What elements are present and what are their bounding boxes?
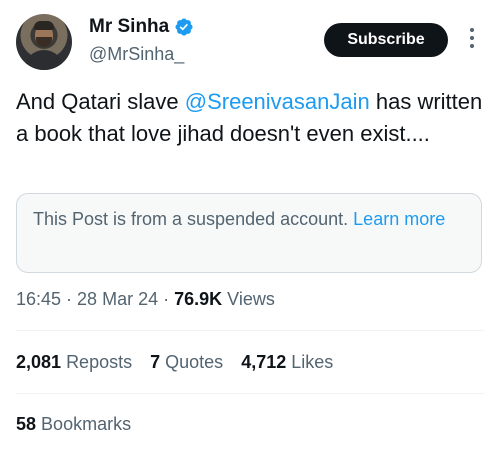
avatar-hair <box>34 21 54 30</box>
post-time[interactable]: 16:45 <box>16 289 61 309</box>
post-text: And Qatari slave @SreenivasanJain has wr… <box>16 86 486 150</box>
likes-count: 4,712 <box>241 352 287 372</box>
reposts-stat[interactable]: 2,081 Reposts <box>16 352 132 373</box>
mention-link[interactable]: @SreenivasanJain <box>185 89 370 114</box>
post-date[interactable]: 28 Mar 24 <box>77 289 158 309</box>
subscribe-button[interactable]: Subscribe <box>324 23 448 57</box>
post-header: Mr Sinha @MrSinha_ Subscribe <box>16 14 484 74</box>
engagement-stats: 2,081 Reposts 7 Quotes 4,712 Likes <box>16 352 333 373</box>
divider <box>16 330 484 331</box>
avatar[interactable] <box>16 14 72 70</box>
post-text-start: And Qatari slave <box>16 89 185 114</box>
quotes-label: Quotes <box>165 352 224 372</box>
bookmarks-stat[interactable]: 58 Bookmarks <box>16 414 131 435</box>
likes-label: Likes <box>291 352 334 372</box>
suspended-account-notice: This Post is from a suspended account. L… <box>16 193 482 273</box>
notice-text: This Post is from a suspended account. <box>33 209 354 229</box>
views-label: Views <box>227 289 275 309</box>
reposts-count: 2,081 <box>16 352 62 372</box>
verified-badge-icon <box>175 18 193 36</box>
handle[interactable]: @MrSinha_ <box>89 44 184 65</box>
likes-stat[interactable]: 4,712 Likes <box>241 352 333 373</box>
bookmarks-count: 58 <box>16 414 37 434</box>
avatar-shirt <box>24 50 64 70</box>
views-count: 76.9K <box>174 289 223 309</box>
avatar-beard <box>36 37 52 47</box>
learn-more-link[interactable]: Learn more <box>353 209 445 229</box>
bookmarks-label: Bookmarks <box>41 414 132 434</box>
quotes-count: 7 <box>150 352 161 372</box>
more-options-icon[interactable] <box>462 24 482 56</box>
post-meta: 16:45 · 28 Mar 24 · 76.9K Views <box>16 289 275 309</box>
reposts-label: Reposts <box>66 352 133 372</box>
divider <box>16 393 484 394</box>
quotes-stat[interactable]: 7 Quotes <box>150 352 223 373</box>
display-name[interactable]: Mr Sinha <box>89 16 169 38</box>
name-row: Mr Sinha <box>89 16 194 38</box>
